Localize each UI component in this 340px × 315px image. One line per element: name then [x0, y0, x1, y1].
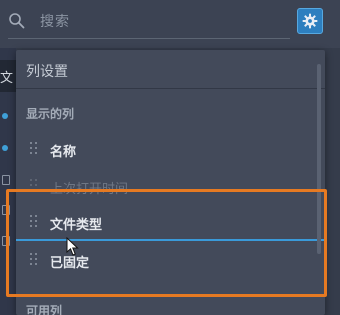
drag-handle-icon[interactable]	[30, 142, 38, 156]
column-settings-panel: 列设置 显示的列 名称 上次打开时间 文件类型 已固定 可用列	[16, 50, 325, 315]
column-item-name[interactable]: 名称	[16, 135, 316, 165]
search-icon	[9, 13, 25, 29]
row-checkbox[interactable]	[2, 236, 10, 246]
row-checkbox[interactable]	[2, 175, 10, 185]
column-item-pinned[interactable]: 已固定	[16, 246, 316, 276]
mouse-cursor-icon	[66, 237, 79, 256]
search-input[interactable]: 搜索	[40, 11, 70, 31]
column-item-label: 文件类型	[50, 218, 103, 233]
column-item-file-type[interactable]: 文件类型	[16, 208, 316, 238]
search-underline	[8, 38, 290, 39]
drag-handle-icon[interactable]	[30, 215, 38, 229]
available-columns-label: 可用列	[26, 304, 63, 315]
status-dot	[2, 145, 8, 151]
search-bar: 搜索	[0, 0, 340, 48]
divider	[16, 294, 325, 295]
column-item-last-opened[interactable]: 上次打开时间	[16, 172, 316, 202]
column-item-label: 上次打开时间	[50, 182, 129, 197]
panel-title: 列设置	[26, 64, 68, 80]
column-settings-button[interactable]	[297, 8, 323, 34]
visible-columns-label: 显示的列	[26, 107, 75, 121]
drag-handle-icon[interactable]	[30, 179, 38, 193]
divider	[16, 88, 325, 89]
drop-indicator	[16, 239, 325, 241]
gear-icon	[302, 13, 318, 29]
column-settings-screen: 搜索 文 列设置 显示的列 名称 上次打开时间 文件类型 已固定 可用列	[0, 0, 340, 315]
background-table-header-text: 文	[0, 71, 14, 86]
status-dot	[2, 113, 8, 119]
column-item-label: 名称	[50, 145, 77, 160]
scrollbar[interactable]	[317, 64, 321, 254]
row-checkbox[interactable]	[2, 205, 10, 215]
drag-handle-icon[interactable]	[30, 253, 38, 267]
